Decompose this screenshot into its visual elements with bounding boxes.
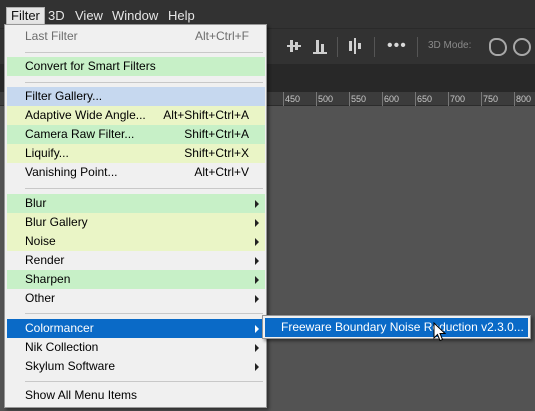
colormancer-submenu: Freeware Boundary Noise Reduction v2.3.0… <box>262 315 531 339</box>
menu-divider <box>25 313 263 314</box>
submenu-item-boundary-noise-reduction[interactable]: Freeware Boundary Noise Reduction v2.3.0… <box>265 318 528 337</box>
menu-item-convert-smart-filters[interactable]: Convert for Smart Filters <box>7 57 265 76</box>
menu-divider <box>25 188 263 189</box>
ruler-tick: 450 <box>285 94 301 104</box>
3d-orbit-icon[interactable] <box>489 38 507 56</box>
menu-view[interactable]: View <box>71 7 107 25</box>
chevron-right-icon <box>255 325 259 333</box>
menu-item-sharpen[interactable]: Sharpen <box>7 270 265 289</box>
chevron-right-icon <box>255 238 259 246</box>
menu-item-camera-raw-filter[interactable]: Camera Raw Filter... Shift+Ctrl+A <box>7 125 265 144</box>
chevron-right-icon <box>255 363 259 371</box>
menu-item-skylum-software[interactable]: Skylum Software <box>7 357 265 376</box>
ruler-tick: 750 <box>483 94 499 104</box>
ruler-tick: 700 <box>450 94 466 104</box>
menu-item-colormancer[interactable]: Colormancer <box>7 319 265 338</box>
menu-3d[interactable]: 3D <box>44 7 69 25</box>
chevron-right-icon <box>255 295 259 303</box>
menu-item-noise[interactable]: Noise <box>7 232 265 251</box>
align-center-icon[interactable] <box>348 38 362 54</box>
menu-item-last-filter[interactable]: Last Filter Alt+Ctrl+F <box>7 27 265 46</box>
menu-item-vanishing-point[interactable]: Vanishing Point... Alt+Ctrl+V <box>7 163 265 182</box>
separator <box>417 37 418 57</box>
ruler-tick: 800 <box>516 94 532 104</box>
chevron-right-icon <box>255 257 259 265</box>
3d-roll-icon[interactable] <box>513 38 531 56</box>
chevron-right-icon <box>255 344 259 352</box>
ruler-tick: 600 <box>384 94 400 104</box>
chevron-right-icon <box>255 219 259 227</box>
3d-mode-label: 3D Mode: <box>428 40 472 51</box>
chevron-right-icon <box>255 200 259 208</box>
more-options-icon[interactable]: ••• <box>387 38 407 54</box>
align-bottom-icon[interactable] <box>313 38 327 54</box>
menu-item-render[interactable]: Render <box>7 251 265 270</box>
align-top-icon[interactable] <box>287 38 301 54</box>
ruler-tick: 550 <box>351 94 367 104</box>
menu-help[interactable]: Help <box>164 7 199 25</box>
menu-item-blur[interactable]: Blur <box>7 194 265 213</box>
chevron-right-icon <box>255 276 259 284</box>
menu-item-liquify[interactable]: Liquify... Shift+Ctrl+X <box>7 144 265 163</box>
ruler-tick: 650 <box>417 94 433 104</box>
menu-item-show-all[interactable]: Show All Menu Items <box>7 386 265 405</box>
separator <box>337 37 338 57</box>
filter-menu: Last Filter Alt+Ctrl+F Convert for Smart… <box>4 24 267 408</box>
mouse-cursor-icon <box>433 322 447 342</box>
menu-item-blur-gallery[interactable]: Blur Gallery <box>7 213 265 232</box>
menu-item-filter-gallery[interactable]: Filter Gallery... <box>7 87 265 106</box>
menu-item-nik-collection[interactable]: Nik Collection <box>7 338 265 357</box>
menu-divider <box>25 52 263 53</box>
menu-item-adaptive-wide-angle[interactable]: Adaptive Wide Angle... Alt+Shift+Ctrl+A <box>7 106 265 125</box>
menu-window[interactable]: Window <box>108 7 162 25</box>
menu-divider <box>25 381 263 382</box>
menu-divider <box>25 82 263 83</box>
ruler-tick: 500 <box>318 94 334 104</box>
separator <box>374 37 375 57</box>
menu-filter[interactable]: Filter <box>6 7 45 25</box>
menu-item-other[interactable]: Other <box>7 289 265 308</box>
